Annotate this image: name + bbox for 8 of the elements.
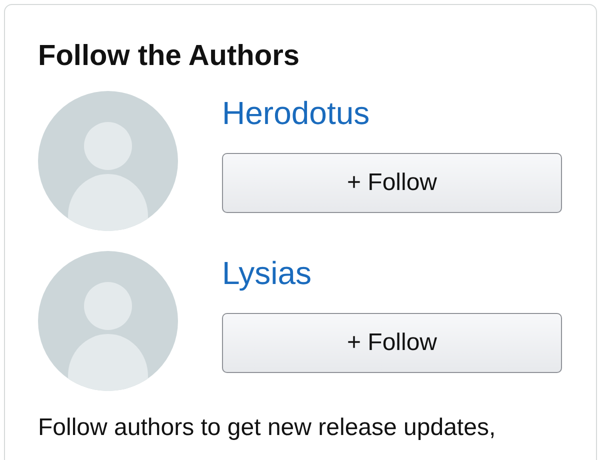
follow-button[interactable]: + Follow [222, 153, 562, 213]
follow-button[interactable]: + Follow [222, 313, 562, 373]
author-name[interactable]: Herodotus [222, 93, 562, 133]
info-text: Follow authors to get new release updates, [38, 413, 497, 443]
author-name[interactable]: Lysias [222, 253, 562, 293]
avatar-icon [38, 251, 178, 391]
card-title: Follow the Authors [38, 39, 301, 73]
avatar-icon [38, 91, 178, 231]
